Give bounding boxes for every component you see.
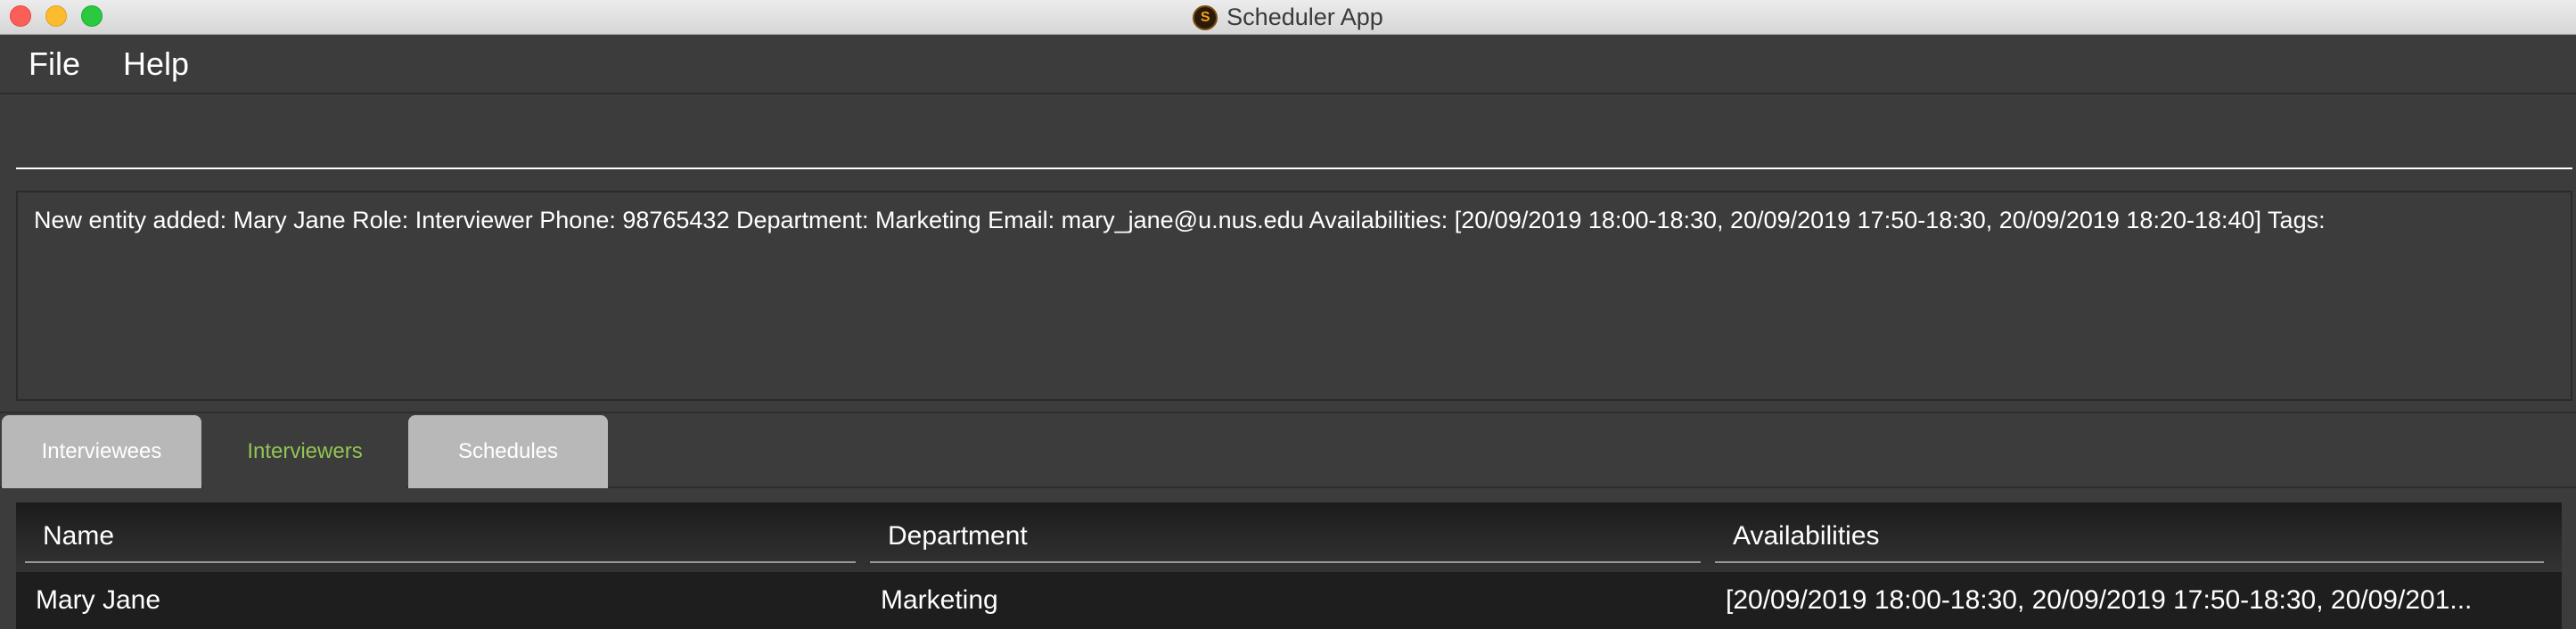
column-header-department[interactable]: Department <box>870 511 1701 563</box>
cell-name: Mary Jane <box>36 585 161 615</box>
result-message: New entity added: Mary Jane Role: Interv… <box>34 207 2326 233</box>
window-title-group: S Scheduler App <box>0 0 2576 35</box>
command-box-panel <box>0 96 2576 182</box>
table-header: Name Department Availabilities <box>16 502 2562 572</box>
interviewer-list-panel: Name Department Availabilities Mary Jane… <box>0 488 2576 629</box>
column-header-availabilities[interactable]: Availabilities <box>1715 511 2544 563</box>
cell-department: Marketing <box>881 585 998 615</box>
menu-help[interactable]: Help <box>80 45 189 83</box>
window-title-bar: S Scheduler App <box>0 0 2576 35</box>
interviewer-table: Name Department Availabilities Mary Jane… <box>16 502 2562 629</box>
tab-interviewers[interactable]: Interviewers <box>203 415 406 488</box>
command-input[interactable] <box>16 96 2572 169</box>
result-display: New entity added: Mary Jane Role: Interv… <box>16 191 2572 401</box>
tab-bar: Interviewees Interviewers Schedules <box>0 412 2576 488</box>
tab-interviewees[interactable]: Interviewees <box>2 415 201 488</box>
column-header-name[interactable]: Name <box>25 511 856 563</box>
table-row[interactable]: Mary Jane Marketing [20/09/2019 18:00-18… <box>16 572 2562 629</box>
tab-schedules[interactable]: Schedules <box>408 415 608 488</box>
window-title: Scheduler App <box>1226 4 1383 30</box>
scheduler-app-icon: S <box>1193 4 1218 30</box>
cell-availabilities: [20/09/2019 18:00-18:30, 20/09/2019 17:5… <box>1726 585 2473 615</box>
menu-file[interactable]: File <box>0 45 80 83</box>
menu-bar: File Help <box>0 36 2576 94</box>
